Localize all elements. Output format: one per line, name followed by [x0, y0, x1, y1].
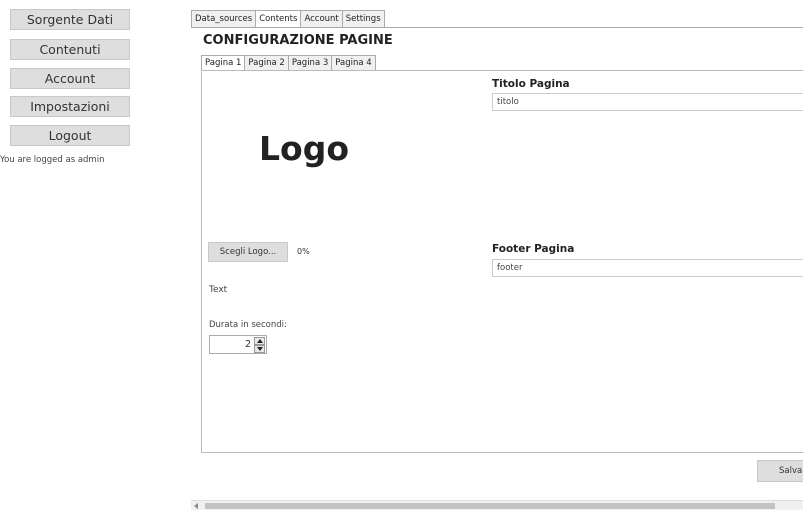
tab-page-1[interactable]: Pagina 1 — [201, 55, 246, 71]
duration-label: Durata in secondi: — [209, 320, 287, 330]
sidebar-item-data-source[interactable]: Sorgente Dati — [10, 9, 130, 30]
top-tabs: Data_sources Contents Account Settings — [191, 10, 385, 28]
scroll-left-icon[interactable] — [194, 503, 198, 509]
title-input[interactable] — [492, 93, 803, 111]
tab-settings[interactable]: Settings — [341, 10, 385, 28]
footer-input[interactable] — [492, 259, 803, 277]
duration-value[interactable]: 2 — [210, 336, 254, 353]
tab-page-3[interactable]: Pagina 3 — [287, 55, 333, 71]
save-button[interactable]: Salva — [757, 460, 803, 482]
logout-button[interactable]: Logout — [10, 125, 130, 146]
duration-stepper[interactable]: 2 — [209, 335, 267, 354]
stepper-up-icon[interactable] — [254, 337, 265, 345]
page-config-panel: Logo Titolo Pagina Scegli Logo... 0% Foo… — [201, 70, 803, 453]
logo-preview: Logo — [259, 129, 349, 168]
tab-account[interactable]: Account — [300, 10, 343, 28]
upload-progress: 0% — [297, 247, 310, 256]
sidebar-item-account[interactable]: Account — [10, 68, 130, 89]
sidebar-item-contents[interactable]: Contenuti — [10, 39, 130, 60]
text-label: Text — [209, 285, 228, 295]
footer-label: Footer Pagina — [492, 243, 575, 255]
tab-page-4[interactable]: Pagina 4 — [331, 55, 376, 71]
page-tabs: Pagina 1 Pagina 2 Pagina 3 Pagina 4 — [201, 55, 376, 71]
login-status: You are logged as admin — [0, 155, 105, 165]
tab-data-sources[interactable]: Data_sources — [191, 10, 257, 28]
page-title: CONFIGURAZIONE PAGINE — [203, 33, 393, 48]
horizontal-scrollbar[interactable] — [191, 500, 803, 510]
sidebar: Sorgente Dati Contenuti Account Impostaz… — [0, 0, 180, 510]
title-label: Titolo Pagina — [492, 78, 570, 90]
scrollbar-thumb[interactable] — [205, 503, 775, 509]
tab-page-2[interactable]: Pagina 2 — [244, 55, 289, 71]
stepper-down-icon[interactable] — [254, 345, 265, 353]
sidebar-item-settings[interactable]: Impostazioni — [10, 96, 130, 117]
tab-contents[interactable]: Contents — [255, 10, 302, 28]
choose-logo-button[interactable]: Scegli Logo... — [208, 242, 288, 262]
tab-divider — [191, 27, 803, 28]
